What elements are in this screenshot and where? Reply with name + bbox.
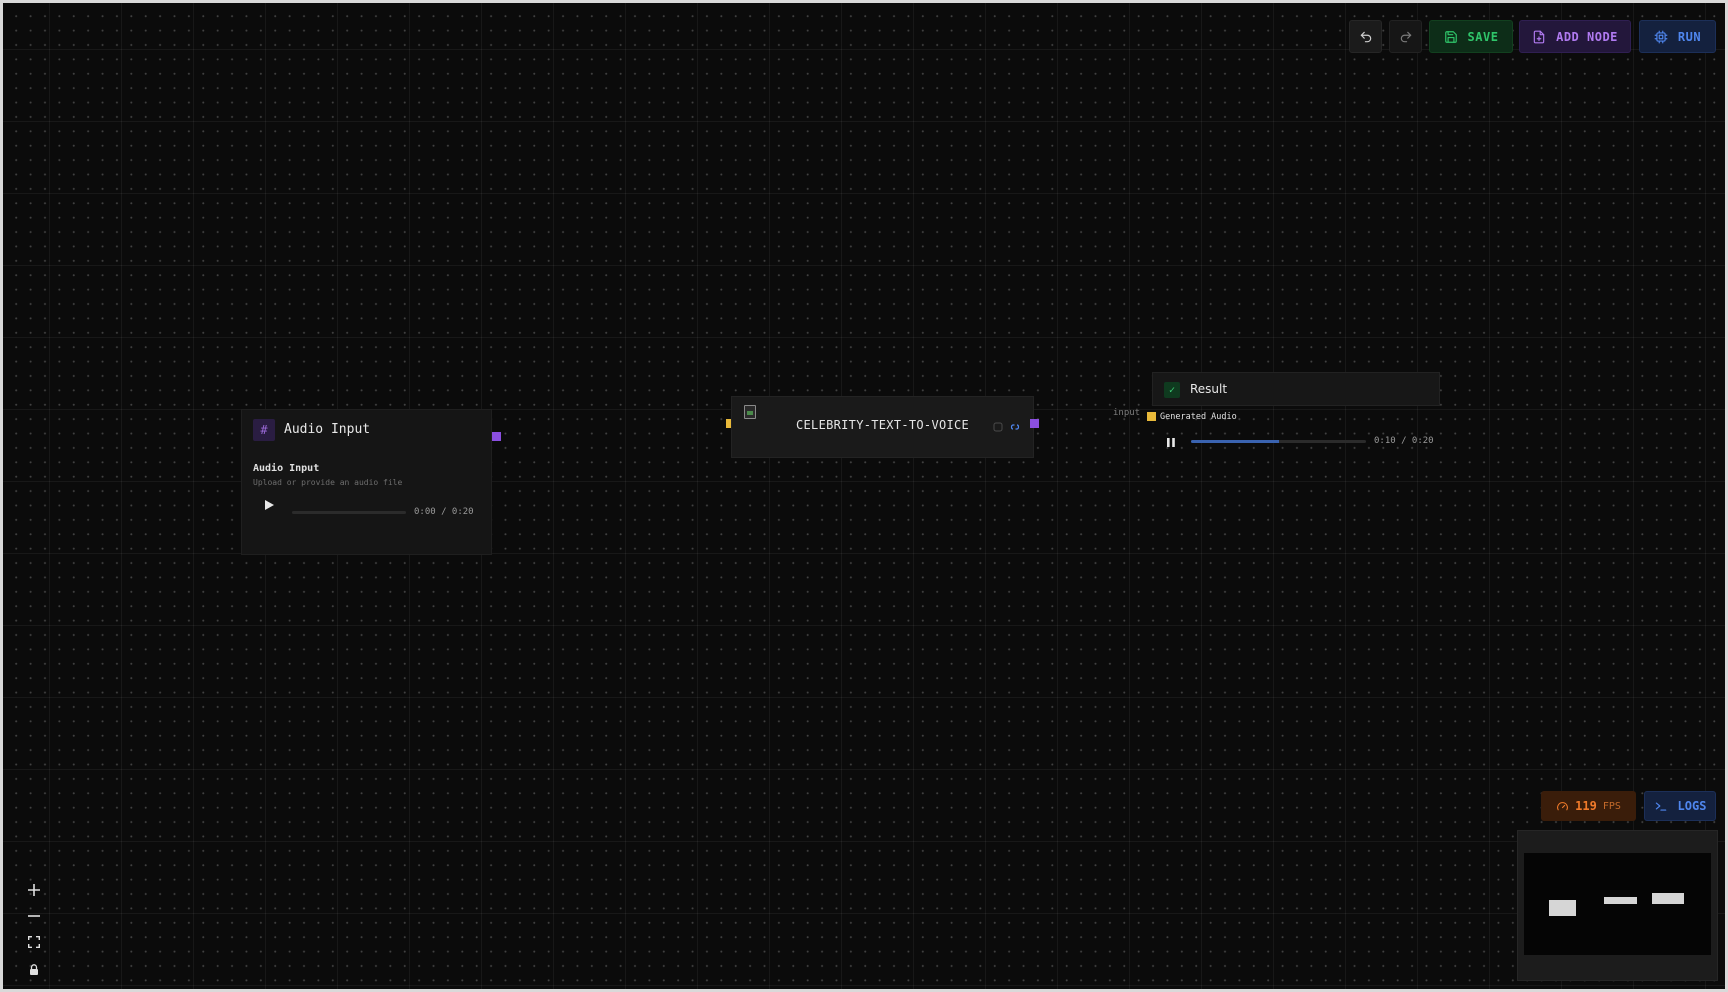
- fit-view-icon: [28, 936, 40, 948]
- celebrity-output-port[interactable]: [1030, 419, 1039, 428]
- audio-input-node[interactable]: # Audio Input Audio Input Upload or prov…: [241, 409, 492, 555]
- time-display: 0:10 / 0:20: [1374, 436, 1434, 446]
- play-button[interactable]: [262, 498, 276, 512]
- add-node-button[interactable]: ADD NODE: [1519, 20, 1631, 53]
- save-icon: [1444, 30, 1457, 43]
- time-display: 0:00 / 0:20: [414, 507, 474, 517]
- lock-icon: [30, 963, 38, 975]
- zoom-in-icon: [28, 884, 40, 896]
- minimap-node: [1652, 893, 1684, 904]
- field-description: Upload or provide an audio file: [253, 478, 403, 487]
- gauge-icon: [1557, 801, 1569, 810]
- fps-unit: FPS: [1602, 800, 1621, 812]
- field-label: Audio Input: [253, 463, 320, 474]
- minimap-node: [1604, 897, 1637, 904]
- audio-output-port[interactable]: [492, 432, 501, 441]
- zoom-in-button[interactable]: [23, 879, 45, 901]
- terminal-icon: [1655, 802, 1666, 811]
- pause-icon: [1167, 437, 1175, 447]
- zoom-out-button[interactable]: [23, 905, 45, 927]
- redo-button[interactable]: [1389, 20, 1422, 53]
- file-plus-icon: [1533, 30, 1545, 43]
- input-label: input: [1113, 408, 1141, 418]
- fps-value: 119: [1575, 799, 1597, 813]
- zoom-out-icon: [28, 915, 40, 917]
- link-icon[interactable]: [1010, 422, 1020, 432]
- check-icon: ✓: [1164, 382, 1180, 398]
- run-button[interactable]: RUN: [1639, 20, 1716, 53]
- settings-icon[interactable]: [993, 422, 1003, 432]
- save-label: SAVE: [1467, 29, 1499, 44]
- minimap-node: [1549, 900, 1576, 916]
- undo-button[interactable]: [1349, 20, 1382, 53]
- celebrity-text-to-voice-node[interactable]: CELEBRITY-TEXT-TO-VOICE: [731, 396, 1034, 458]
- logs-button[interactable]: LOGS: [1644, 791, 1716, 821]
- progress-fill: [1191, 440, 1279, 443]
- hash-icon: #: [253, 419, 275, 441]
- run-label: RUN: [1677, 29, 1702, 44]
- broken-image-icon: [744, 405, 756, 419]
- node-title: CELEBRITY-TEXT-TO-VOICE: [796, 418, 970, 432]
- cpu-icon: [1654, 30, 1668, 43]
- fps-counter: 119 FPS: [1541, 791, 1636, 821]
- pause-button[interactable]: [1164, 435, 1178, 449]
- add-node-label: ADD NODE: [1556, 29, 1618, 44]
- result-node-header[interactable]: ✓ Result: [1152, 372, 1440, 406]
- node-header[interactable]: # Audio Input: [242, 410, 491, 450]
- fit-view-button[interactable]: [23, 931, 45, 953]
- minimap[interactable]: [1517, 830, 1718, 981]
- play-icon: [264, 500, 274, 510]
- result-input-port[interactable]: [1147, 412, 1156, 421]
- audio-progress-bar[interactable]: [292, 511, 406, 514]
- lock-button[interactable]: [23, 958, 45, 980]
- minimap-viewport[interactable]: [1524, 853, 1711, 955]
- logs-label: LOGS: [1677, 799, 1707, 813]
- node-title: Audio Input: [284, 422, 371, 437]
- workflow-canvas[interactable]: SAVE ADD NODE RUN # Audio Input Audio In…: [3, 3, 1725, 989]
- node-title: Result: [1190, 382, 1228, 396]
- audio-progress-bar[interactable]: [1191, 440, 1366, 443]
- redo-icon: [1400, 31, 1411, 42]
- undo-icon: [1360, 31, 1371, 42]
- save-button[interactable]: SAVE: [1429, 20, 1513, 53]
- output-label: Generated Audio: [1160, 412, 1237, 422]
